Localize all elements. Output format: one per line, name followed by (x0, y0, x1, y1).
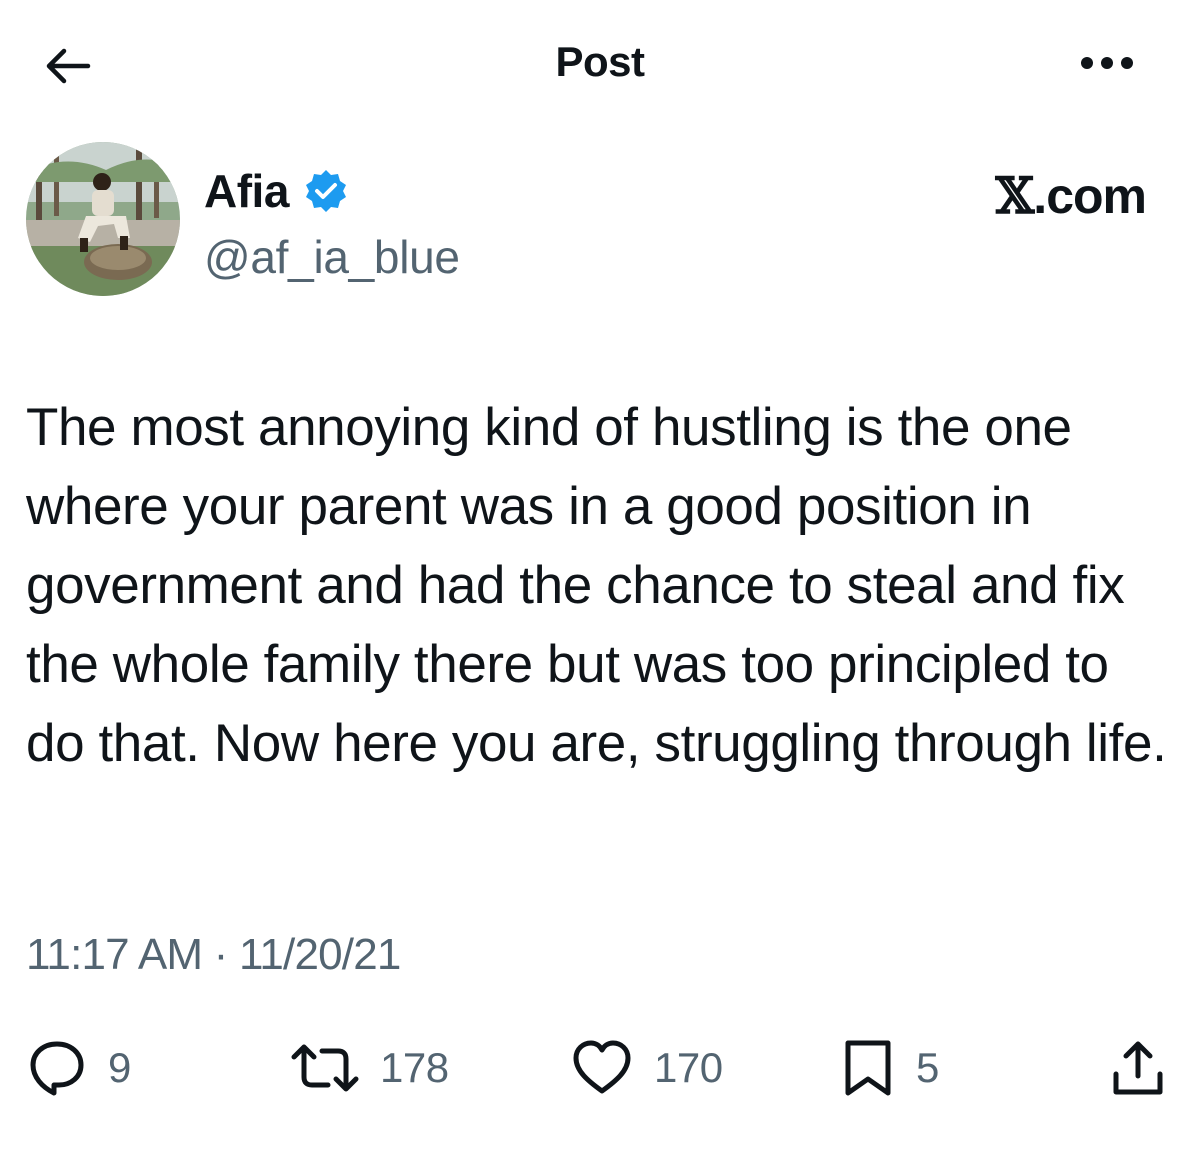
user-handle[interactable]: @af_ia_blue (204, 230, 460, 284)
repost-icon (290, 1037, 360, 1099)
avatar-photo (26, 142, 180, 296)
more-dots-icon (1077, 53, 1137, 73)
site-label: 𝕏.com (996, 166, 1147, 225)
top-bar: Post (0, 0, 1200, 130)
like-count: 170 (654, 1044, 723, 1091)
x-logo-icon: 𝕏 (995, 166, 1035, 225)
tweet-timestamp[interactable]: 11:17 AM · 11/20/21 (26, 930, 401, 980)
page-title: Post (555, 38, 645, 85)
reply-icon (26, 1037, 88, 1099)
like-button[interactable]: 170 (570, 1030, 723, 1106)
reply-button[interactable]: 9 (26, 1030, 131, 1106)
reply-count: 9 (108, 1044, 131, 1091)
site-label-suffix: .com (1033, 168, 1147, 224)
bookmark-button[interactable]: 5 (840, 1030, 939, 1106)
tweet-text: The most annoying kind of hustling is th… (26, 398, 1167, 773)
more-options-button[interactable] (1072, 38, 1142, 88)
repost-count: 178 (380, 1044, 449, 1091)
action-bar: 9 178 170 5 (0, 1030, 1200, 1110)
bookmark-count: 5 (916, 1044, 939, 1091)
name-row: Afia (204, 164, 349, 218)
bookmark-icon (840, 1037, 896, 1099)
share-button[interactable] (1106, 1030, 1170, 1106)
verified-badge-icon (303, 168, 349, 214)
repost-button[interactable]: 178 (290, 1030, 449, 1106)
display-name[interactable]: Afia (204, 164, 289, 218)
author-header: Afia @af_ia_blue 𝕏.com (0, 138, 1200, 308)
avatar[interactable] (26, 142, 180, 296)
heart-icon (570, 1037, 634, 1099)
share-icon (1106, 1036, 1170, 1100)
